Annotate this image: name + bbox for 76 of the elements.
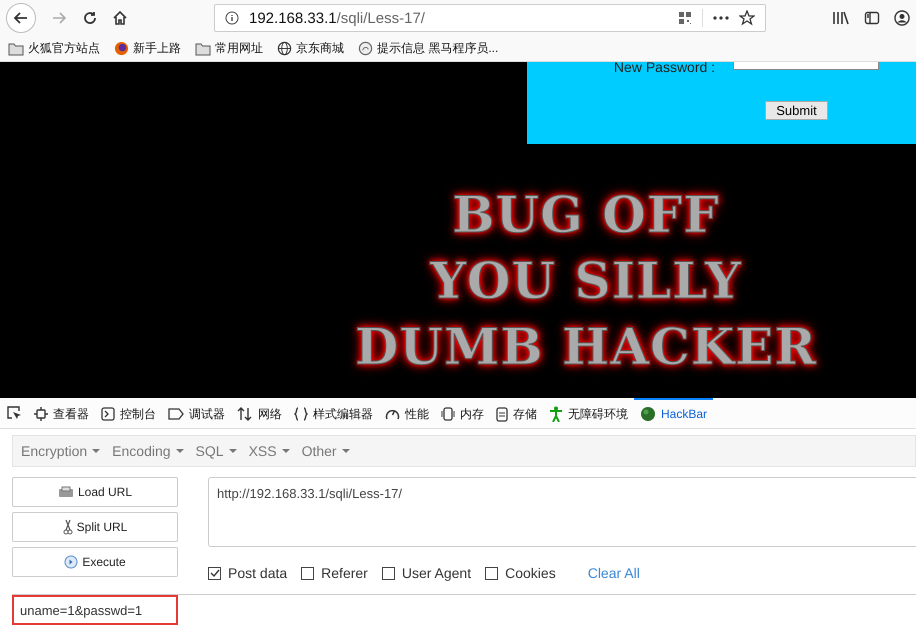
option-checkbox[interactable]: Cookies	[485, 565, 556, 581]
caret-icon	[92, 449, 100, 453]
bookmark-item[interactable]: 新手上路	[114, 40, 181, 57]
scissors-icon	[62, 519, 73, 535]
swirl-icon	[358, 41, 373, 56]
up-down-arrows-icon	[237, 407, 253, 421]
option-checkbox[interactable]: Referer	[301, 565, 368, 581]
hackbar-button[interactable]: Split URL	[12, 512, 178, 542]
devtools-tab[interactable]: 无障碍环境	[543, 398, 634, 428]
url-text: 192.168.33.1/sqli/Less-17/	[249, 10, 426, 26]
bookmark-item[interactable]: 提示信息 黑马程序员...	[358, 40, 498, 57]
element-picker-icon[interactable]	[6, 405, 22, 421]
folder-icon	[8, 42, 24, 56]
banner-text: BUG OFF	[452, 184, 720, 246]
checkbox[interactable]	[301, 566, 314, 580]
browser-logo-icon	[114, 41, 129, 56]
gauge-icon	[385, 407, 400, 421]
caret-icon	[176, 449, 184, 453]
checkbox[interactable]	[208, 566, 221, 580]
tag-shape-icon	[168, 408, 184, 420]
storage-icon	[496, 406, 508, 422]
folder-icon	[195, 42, 211, 56]
devtools-tab[interactable]: 性能	[379, 398, 435, 428]
caret-icon	[342, 449, 350, 453]
sidebar-icon[interactable]	[864, 10, 880, 26]
qr-code-icon[interactable]	[678, 11, 692, 25]
info-icon[interactable]	[225, 11, 239, 25]
devtools-tab[interactable]: 控制台	[95, 398, 162, 428]
caret-icon	[282, 449, 290, 453]
dropdown-menu[interactable]: Encoding	[112, 443, 190, 459]
password-field[interactable]	[733, 62, 880, 70]
bookmark-item[interactable]: 常用网址	[195, 40, 263, 57]
library-icon[interactable]	[832, 10, 850, 26]
clear-all-link[interactable]: Clear All	[588, 565, 640, 581]
printer-icon	[58, 486, 74, 498]
dropdown-menu[interactable]: Encryption	[21, 443, 106, 459]
bookmark-item[interactable]: 京东商城	[277, 40, 344, 57]
braces-icon	[294, 407, 308, 421]
devtools-tab[interactable]: 存储	[490, 398, 543, 428]
account-icon[interactable]	[894, 10, 910, 26]
devtools-tab[interactable]: 查看器	[28, 398, 95, 428]
devtools-tab[interactable]: 网络	[231, 398, 288, 428]
field-label: New Password :	[614, 62, 716, 75]
banner-text: YOU SILLY	[430, 250, 742, 312]
address-bar[interactable]: 192.168.33.1/sqli/Less-17/	[214, 4, 766, 32]
memory-chip-icon	[441, 407, 455, 421]
hackbar-logo-icon	[640, 406, 656, 422]
dropdown-menu[interactable]: Other	[302, 443, 356, 459]
checkbox[interactable]	[382, 566, 395, 580]
banner-text: DUMB HACKER	[355, 316, 817, 378]
hackbar-button[interactable]: Execute	[12, 547, 178, 577]
post-data-field[interactable]: uname=1&passwd=1	[12, 595, 178, 625]
option-checkbox[interactable]: User Agent	[382, 565, 472, 581]
caret-icon	[228, 449, 237, 453]
url-textarea[interactable]: http://192.168.33.1/sqli/Less-17/	[208, 477, 916, 547]
console-icon	[101, 407, 115, 421]
devtools-tab[interactable]: 内存	[435, 398, 490, 428]
star-icon[interactable]	[739, 10, 755, 26]
back-button[interactable]	[6, 3, 36, 33]
dropdown-menu[interactable]: XSS	[248, 443, 296, 459]
bookmark-item[interactable]: 火狐官方站点	[8, 40, 100, 57]
checkbox[interactable]	[485, 566, 498, 580]
inspector-icon	[34, 407, 48, 421]
reload-icon[interactable]	[82, 10, 98, 26]
play-icon	[64, 555, 78, 569]
accessibility-icon	[549, 406, 563, 422]
devtools-tab[interactable]: 样式编辑器	[288, 398, 379, 428]
dropdown-menu[interactable]: SQL	[196, 443, 243, 459]
submit-button[interactable]: Submit	[765, 101, 828, 120]
more-icon[interactable]	[713, 16, 729, 20]
hackbar-button[interactable]: Load URL	[12, 477, 178, 507]
globe-icon	[277, 41, 292, 56]
option-checkbox[interactable]: Post data	[208, 565, 288, 581]
home-icon[interactable]	[112, 10, 128, 26]
devtools-tab[interactable]: 调试器	[162, 398, 231, 428]
devtools-tab[interactable]: HackBar	[634, 398, 714, 428]
